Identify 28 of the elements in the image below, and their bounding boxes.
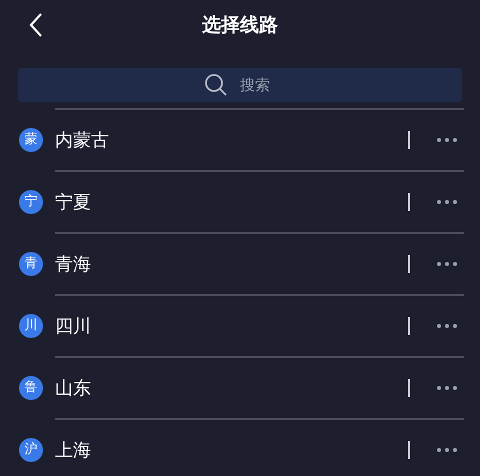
page-title: 选择线路: [202, 12, 278, 38]
route-item[interactable]: 蒙 内蒙古: [0, 110, 480, 170]
more-icon[interactable]: [436, 323, 458, 329]
more-icon[interactable]: [436, 199, 458, 205]
back-icon: [29, 12, 43, 38]
province-badge: 川: [19, 314, 43, 338]
route-name: 山东: [55, 376, 92, 400]
province-badge: 蒙: [19, 128, 43, 152]
province-badge: 宁: [19, 190, 43, 214]
province-badge: 沪: [19, 438, 43, 462]
province-badge: 青: [19, 252, 43, 276]
more-icon[interactable]: [436, 137, 458, 143]
route-item[interactable]: 青 青海: [0, 234, 480, 294]
more-icon[interactable]: [436, 261, 458, 267]
search-icon: [204, 73, 228, 97]
route-name: 宁夏: [55, 190, 92, 214]
route-name: 内蒙古: [55, 128, 110, 152]
route-name: 四川: [55, 314, 92, 338]
route-item[interactable]: 川 四川: [0, 296, 480, 356]
route-name: 上海: [55, 438, 92, 462]
more-icon[interactable]: [436, 385, 458, 391]
search-field[interactable]: 搜索: [18, 68, 462, 102]
route-name: 青海: [55, 252, 92, 276]
more-icon[interactable]: [436, 447, 458, 453]
route-item[interactable]: 鲁 山东: [0, 358, 480, 418]
route-item[interactable]: 宁 宁夏: [0, 172, 480, 232]
route-item[interactable]: 沪 上海: [0, 420, 480, 476]
province-badge: 鲁: [19, 376, 43, 400]
